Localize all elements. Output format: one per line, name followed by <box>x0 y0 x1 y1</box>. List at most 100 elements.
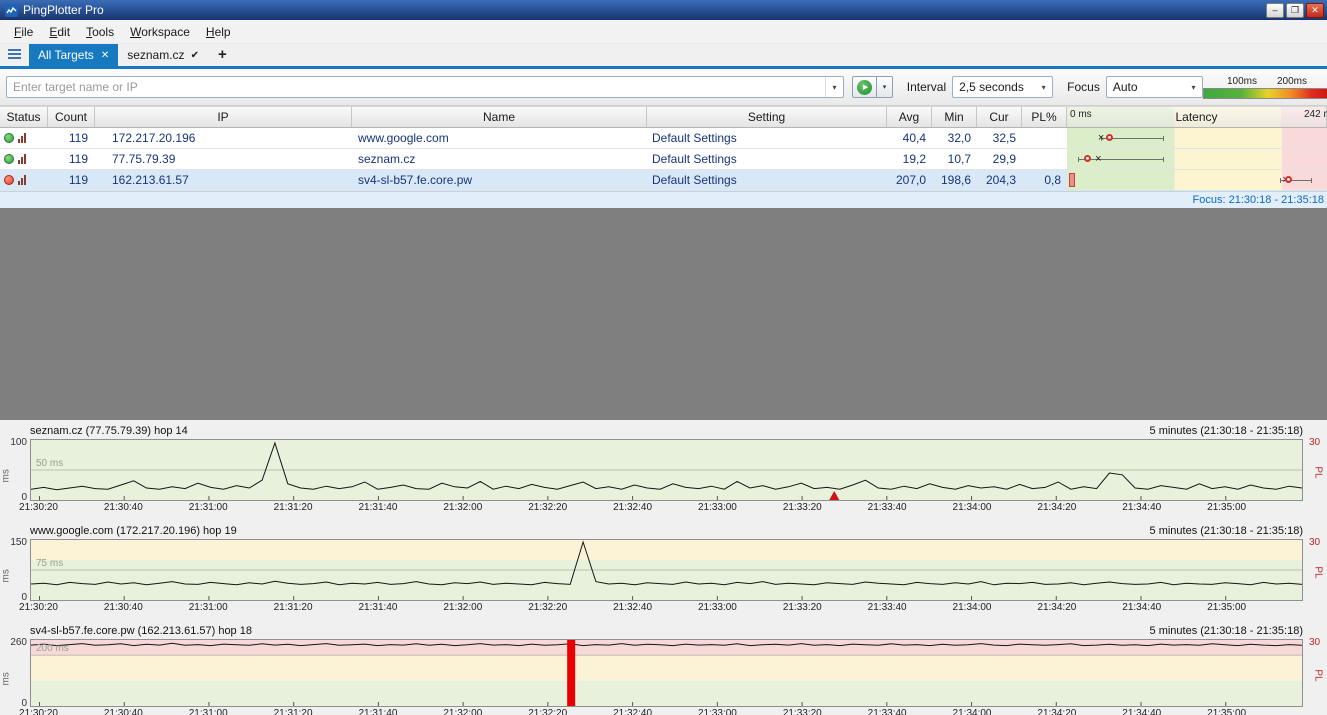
latency-legend: 100ms 200ms <box>1203 76 1327 99</box>
gridline-label: 200 ms <box>36 643 69 654</box>
header-min[interactable]: Min <box>932 106 977 128</box>
time-axis-label: 21:32:00 <box>443 602 482 613</box>
table-row-google[interactable]: 119 172.217.20.196 www.google.com Defaul… <box>0 128 1327 149</box>
latency-avg-mark <box>1106 134 1113 141</box>
time-axis-label: 21:32:20 <box>528 502 567 513</box>
tab-close-icon[interactable]: ✕ <box>101 50 109 61</box>
pl-axis-label: PL <box>1312 669 1323 681</box>
graph-title: seznam.cz (77.75.79.39) hop 14 <box>30 425 188 437</box>
status-cell <box>0 149 48 169</box>
title-bar[interactable]: PingPlotter Pro – ❐ ✕ <box>0 0 1327 20</box>
name-cell[interactable]: www.google.com <box>352 128 647 148</box>
count-cell: 119 <box>48 128 95 148</box>
mini-graph-icon[interactable] <box>18 154 26 164</box>
y-axis-unit: ms <box>1 672 12 686</box>
start-trace-button[interactable]: ▶ <box>852 76 877 98</box>
setting-cell[interactable]: Default Settings <box>647 128 887 148</box>
pl-cell <box>1022 149 1067 169</box>
interval-dropdown-icon: ▾ <box>1035 83 1052 92</box>
menu-file[interactable]: File <box>6 22 41 42</box>
close-button[interactable]: ✕ <box>1306 3 1324 18</box>
min-cell: 198,6 <box>932 170 977 190</box>
target-dropdown-icon[interactable]: ▾ <box>825 77 843 97</box>
header-count[interactable]: Count <box>48 106 95 128</box>
header-name[interactable]: Name <box>352 106 647 128</box>
menu-help[interactable]: Help <box>198 22 239 42</box>
status-down-icon <box>4 175 14 185</box>
tab-menu-icon[interactable] <box>8 49 21 61</box>
name-cell[interactable]: seznam.cz <box>352 149 647 169</box>
header-setting[interactable]: Setting <box>647 106 887 128</box>
latency-timeline-plot[interactable]: 200 ms <box>30 639 1303 707</box>
time-axis-label: 21:31:00 <box>189 708 228 715</box>
latency-range-line <box>1078 159 1163 160</box>
latency-minigraph[interactable]: × <box>1067 149 1327 169</box>
status-up-icon <box>4 154 14 164</box>
latency-timeline-plot[interactable]: 75 ms <box>30 539 1303 601</box>
table-row-corepw[interactable]: 119 162.213.61.57 sv4-sl-b57.fe.core.pw … <box>0 170 1327 191</box>
time-axis-label: 21:31:40 <box>358 708 397 715</box>
pl-axis-max: 30 <box>1305 537 1327 548</box>
avg-cell: 19,2 <box>887 149 932 169</box>
time-axis-label: 21:33:00 <box>698 602 737 613</box>
latency-minigraph[interactable]: × <box>1067 170 1327 190</box>
time-axis-label: 21:33:20 <box>783 708 822 715</box>
table-row-seznam[interactable]: 119 77.75.79.39 seznam.cz Default Settin… <box>0 149 1327 170</box>
ip-link[interactable]: 162.213.61.57 <box>95 170 352 190</box>
mini-graph-icon[interactable] <box>18 175 26 185</box>
time-axis-label: 21:35:00 <box>1207 502 1246 513</box>
status-cell <box>0 170 48 190</box>
latency-timeline-plot[interactable]: 50 ms <box>30 439 1303 501</box>
time-axis-label: 21:34:40 <box>1122 708 1161 715</box>
ip-link[interactable]: 172.217.20.196 <box>95 128 352 148</box>
latency-cur-mark: × <box>1098 129 1104 147</box>
latency-axis-min: 0 ms <box>1070 109 1092 120</box>
menu-workspace[interactable]: Workspace <box>122 22 198 42</box>
latency-minigraph[interactable]: × <box>1067 128 1327 148</box>
time-axis-label: 21:32:40 <box>613 502 652 513</box>
time-axis-label: 21:33:00 <box>698 502 737 513</box>
latency-avg-mark <box>1084 155 1091 162</box>
focus-value: Auto <box>1113 80 1138 94</box>
time-axis: 21:30:2021:30:4021:31:0021:31:2021:31:40… <box>30 602 1303 617</box>
time-axis-label: 21:33:20 <box>783 602 822 613</box>
time-axis-label: 21:33:40 <box>868 708 907 715</box>
interval-select[interactable]: 2,5 seconds ▾ <box>952 76 1053 98</box>
maximize-button[interactable]: ❐ <box>1286 3 1304 18</box>
setting-cell[interactable]: Default Settings <box>647 170 887 190</box>
interval-value: 2,5 seconds <box>959 80 1024 94</box>
header-cur[interactable]: Cur <box>977 106 1022 128</box>
mini-graph-icon[interactable] <box>18 133 26 143</box>
target-input[interactable] <box>6 76 844 98</box>
setting-cell[interactable]: Default Settings <box>647 149 887 169</box>
tab-bar: All Targets ✕ seznam.cz ✔ + <box>0 44 1327 66</box>
time-axis-label: 21:31:00 <box>189 602 228 613</box>
header-avg[interactable]: Avg <box>887 106 932 128</box>
tab-all-targets[interactable]: All Targets ✕ <box>29 44 118 66</box>
ip-link[interactable]: 77.75.79.39 <box>95 149 352 169</box>
new-tab-button[interactable]: + <box>218 46 227 63</box>
header-status[interactable]: Status <box>0 106 48 128</box>
time-axis-label: 21:32:20 <box>528 602 567 613</box>
header-latency[interactable]: 0 ms Latency 242 ms <box>1067 106 1327 128</box>
time-axis-label: 21:31:00 <box>189 502 228 513</box>
time-axis-label: 21:34:00 <box>953 708 992 715</box>
start-trace-dropdown[interactable]: ▾ <box>877 76 893 98</box>
header-ip[interactable]: IP <box>95 106 352 128</box>
window-title: PingPlotter Pro <box>23 3 104 17</box>
cur-cell: 32,5 <box>977 128 1022 148</box>
menu-tools[interactable]: Tools <box>78 22 122 42</box>
latency-cur-mark: × <box>1095 150 1101 168</box>
tab-seznam[interactable]: seznam.cz ✔ <box>118 44 208 66</box>
header-pl[interactable]: PL% <box>1022 106 1067 128</box>
cur-cell: 29,9 <box>977 149 1022 169</box>
menu-edit[interactable]: Edit <box>41 22 78 42</box>
avg-cell: 207,0 <box>887 170 932 190</box>
minimize-button[interactable]: – <box>1266 3 1284 18</box>
pl-axis-max: 30 <box>1305 637 1327 648</box>
y-axis-max: 150 <box>0 537 27 548</box>
avg-cell: 40,4 <box>887 128 932 148</box>
name-cell[interactable]: sv4-sl-b57.fe.core.pw <box>352 170 647 190</box>
app-icon <box>5 4 18 17</box>
focus-select[interactable]: Auto ▾ <box>1106 76 1203 98</box>
